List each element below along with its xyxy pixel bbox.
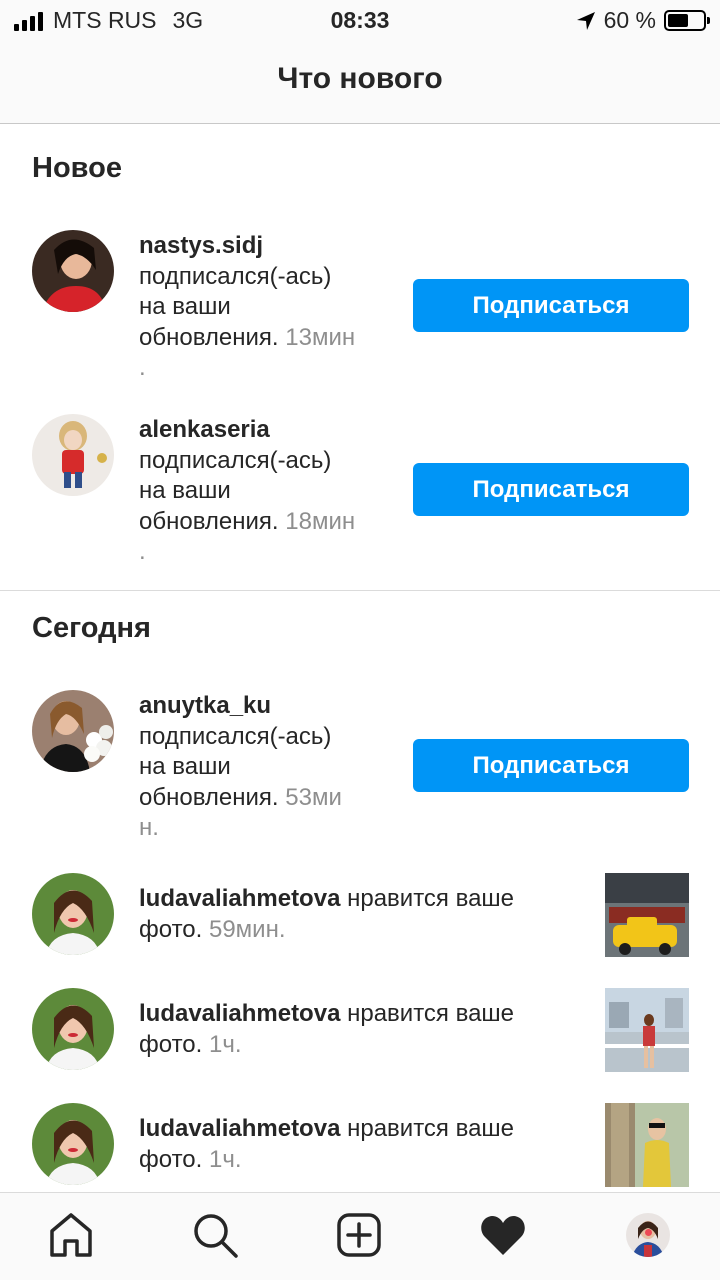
timestamp-cont: . — [139, 538, 146, 565]
tab-home[interactable] — [47, 1211, 95, 1259]
notification-action: нравится ваше — [347, 885, 515, 912]
username[interactable]: ludavaliahmetova — [139, 1115, 340, 1142]
notification-line: подписался(-ась) — [139, 446, 332, 474]
notification-text: ludavaliahmetova нравится ваше фото. 1ч. — [139, 999, 514, 1060]
notification-line: обновления. — [139, 783, 279, 811]
avatar[interactable] — [32, 1103, 114, 1185]
status-bar: MTS RUS 3G 08:33 60 % — [0, 0, 720, 42]
username[interactable]: ludavaliahmetova — [139, 1000, 340, 1027]
timestamp: 13мин — [285, 323, 356, 351]
section-title-today: Сегодня — [32, 612, 151, 644]
avatar[interactable] — [32, 988, 114, 1070]
search-icon — [194, 1214, 238, 1258]
follow-button[interactable]: Подписаться — [413, 463, 689, 516]
avatar[interactable] — [32, 690, 114, 772]
notification-text: alenkaseria подписался(-ась) на ваши обн… — [139, 415, 355, 568]
notification-line: фото. — [139, 915, 203, 943]
notification-line: подписался(-ась) — [139, 722, 332, 750]
battery-percent: 60 % — [603, 7, 656, 33]
timestamp: 18мин — [285, 507, 356, 535]
header: Что нового — [0, 42, 720, 124]
activity-dot — [645, 1229, 652, 1236]
timestamp: 59мин. — [208, 915, 286, 943]
tab-activity[interactable] — [479, 1211, 527, 1259]
home-icon — [50, 1213, 92, 1257]
notification-line: обновления. — [139, 507, 279, 535]
post-thumbnail[interactable] — [605, 1103, 689, 1187]
notification-text: ludavaliahmetova нравится ваше фото. 1ч. — [139, 1114, 514, 1175]
username[interactable]: anuytka_ku — [139, 692, 271, 719]
username[interactable]: ludavaliahmetova — [139, 885, 340, 912]
add-post-icon — [337, 1213, 381, 1257]
timestamp: 1ч. — [208, 1145, 242, 1173]
battery-icon — [664, 10, 710, 31]
tab-bar — [0, 1192, 720, 1280]
post-thumbnail[interactable] — [605, 988, 689, 1072]
notification-line: на ваши — [139, 293, 231, 320]
avatar[interactable] — [32, 873, 114, 955]
timestamp-cont: . — [139, 354, 146, 381]
divider — [0, 590, 720, 591]
notification-line: подписался(-ась) — [139, 262, 332, 290]
status-right: 60 % — [576, 7, 710, 34]
avatar[interactable] — [32, 230, 114, 312]
location-arrow-icon — [576, 11, 595, 30]
notification-line: на ваши — [139, 477, 231, 504]
timestamp: 53ми — [285, 783, 342, 811]
notification-line: на ваши — [139, 753, 231, 780]
tab-search[interactable] — [191, 1211, 239, 1259]
page-title: Что нового — [277, 62, 443, 95]
follow-button[interactable]: Подписаться — [413, 279, 689, 332]
avatar[interactable] — [32, 414, 114, 496]
follow-button[interactable]: Подписаться — [413, 739, 689, 792]
notification-text: anuytka_ku подписался(-ась) на ваши обно… — [139, 691, 342, 844]
heart-icon — [481, 1216, 525, 1255]
timestamp-cont: н. — [139, 814, 159, 841]
notification-text: ludavaliahmetova нравится ваше фото. 59м… — [139, 884, 514, 945]
tab-new-post[interactable] — [335, 1211, 383, 1259]
username[interactable]: alenkaseria — [139, 416, 270, 443]
notification-text: nastys.sidj подписался(-ась) на ваши обн… — [139, 231, 355, 384]
notification-action: нравится ваше — [347, 1115, 515, 1142]
section-title-new: Новое — [32, 152, 122, 184]
username[interactable]: nastys.sidj — [139, 232, 263, 259]
notification-line: фото. — [139, 1145, 203, 1173]
notification-line: фото. — [139, 1030, 203, 1058]
notification-line: обновления. — [139, 323, 279, 351]
timestamp: 1ч. — [208, 1030, 242, 1058]
notification-action: нравится ваше — [347, 1000, 515, 1027]
post-thumbnail[interactable] — [605, 873, 689, 957]
